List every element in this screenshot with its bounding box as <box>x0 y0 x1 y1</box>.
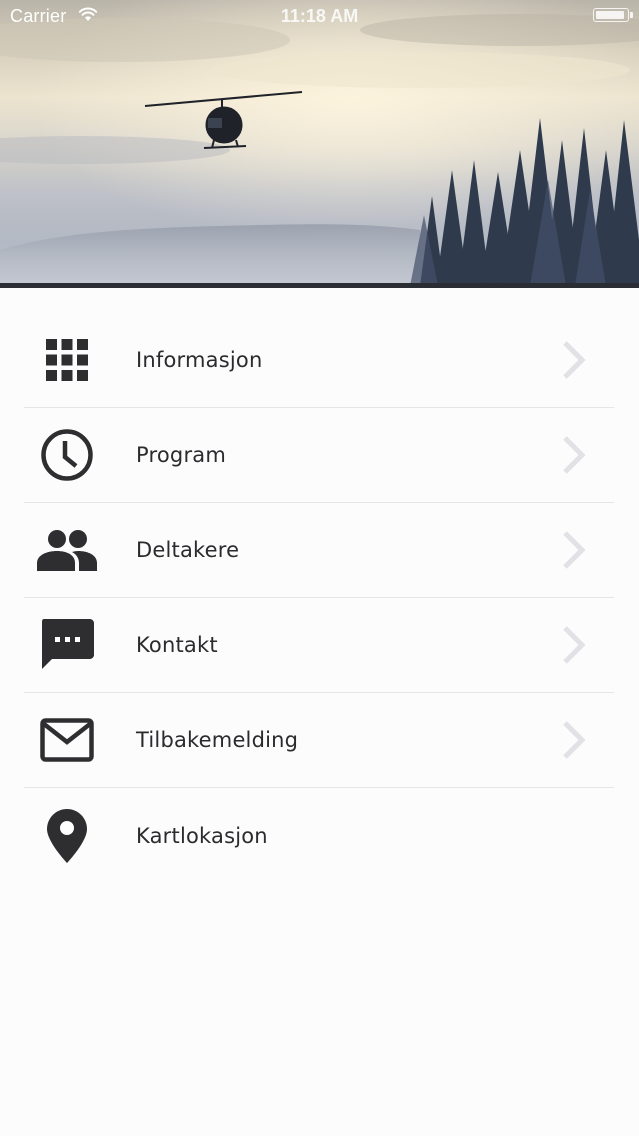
chevron-right-icon <box>563 341 586 379</box>
battery-icon <box>593 8 633 22</box>
menu-item-label: Kontakt <box>136 633 218 657</box>
main-menu: Informasjon Program Deltakere Kontakt Ti… <box>24 313 614 883</box>
status-bar: Carrier 11:18 AM <box>0 0 639 34</box>
menu-item-deltakere[interactable]: Deltakere <box>24 503 614 598</box>
clock-label: 11:18 AM <box>280 6 359 26</box>
hero-image: Carrier 11:18 AM <box>0 0 639 286</box>
hero-scene <box>0 0 639 286</box>
menu-item-tilbakemelding[interactable]: Tilbakemelding <box>24 693 614 788</box>
battery-level <box>596 11 624 19</box>
menu-item-label: Program <box>136 443 227 467</box>
app-screen: Carrier 11:18 AM Informasjon Program Del… <box>0 0 639 1136</box>
hero-divider <box>0 283 639 288</box>
grid-icon <box>36 332 98 388</box>
menu-item-program[interactable]: Program <box>24 408 614 503</box>
menu-item-label: Deltakere <box>136 538 240 562</box>
menu-item-label: Tilbakemelding <box>136 728 299 752</box>
clock-icon <box>36 427 98 483</box>
chevron-right-icon <box>563 531 586 569</box>
envelope-icon <box>36 712 98 768</box>
map-pin-icon <box>36 808 98 864</box>
menu-item-kontakt[interactable]: Kontakt <box>24 598 614 693</box>
chat-bubble-icon <box>36 617 98 673</box>
menu-item-label: Kartlokasjon <box>136 823 268 848</box>
chevron-right-icon <box>563 436 586 474</box>
menu-item-label: Informasjon <box>136 348 263 372</box>
people-icon <box>36 522 98 578</box>
menu-item-kartlokasjon[interactable]: Kartlokasjon <box>24 788 614 883</box>
menu-item-informasjon[interactable]: Informasjon <box>24 313 614 408</box>
chevron-right-icon <box>563 721 586 759</box>
chevron-right-icon <box>563 626 586 664</box>
